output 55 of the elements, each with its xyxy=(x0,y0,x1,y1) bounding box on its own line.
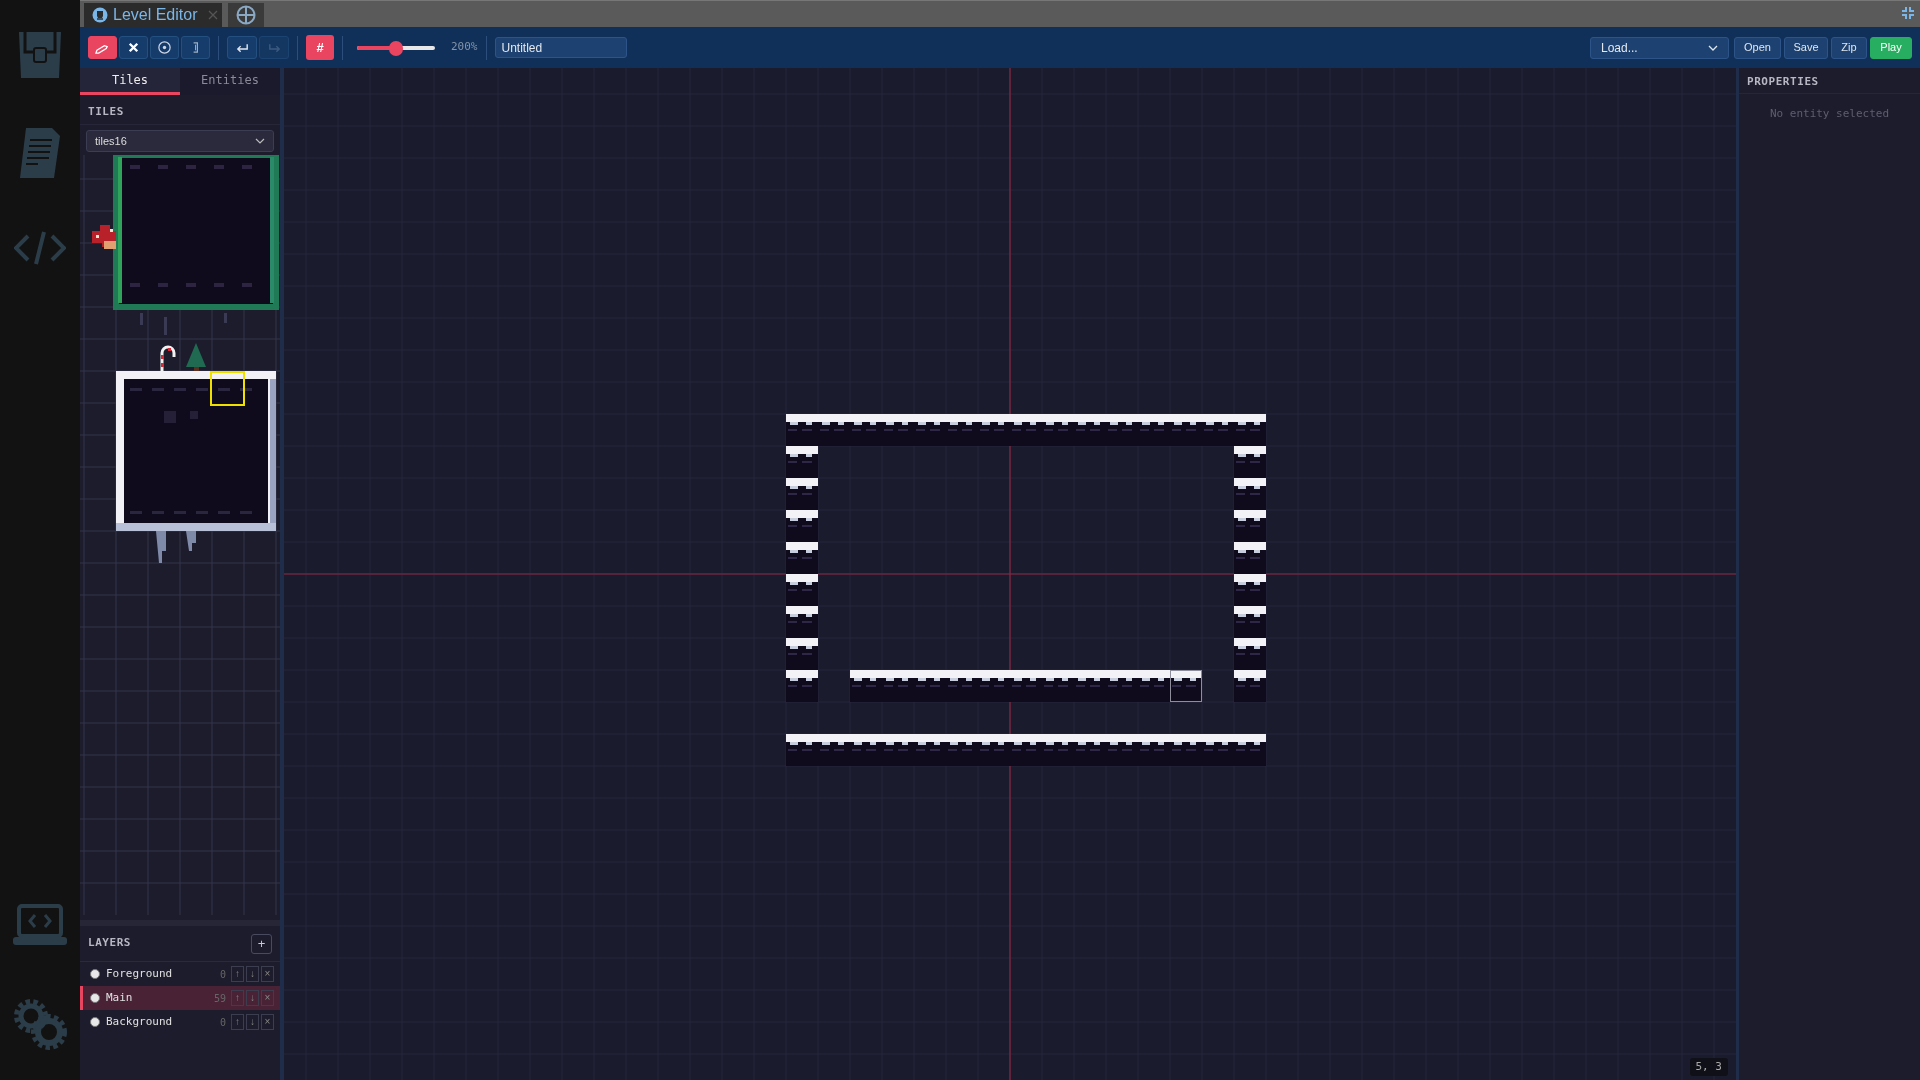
layer-row[interactable]: Background 0 ↑ ↓ × xyxy=(80,1010,280,1034)
layer-action-button[interactable]: ↓ xyxy=(246,966,259,982)
layer-action-button[interactable]: × xyxy=(261,966,274,982)
layer-name: Foreground xyxy=(106,965,174,982)
level-name-field[interactable]: Untitled xyxy=(494,37,627,58)
load-dropdown[interactable]: Load... xyxy=(1590,36,1729,59)
panel-tab[interactable]: Tiles xyxy=(80,68,180,95)
robot-icon xyxy=(92,7,108,23)
cross-icon xyxy=(126,40,141,55)
level-canvas[interactable]: 5, 3 xyxy=(284,68,1736,1080)
layer-row[interactable]: Main 59 ↑ ↓ × xyxy=(80,986,280,1010)
tile-cursor xyxy=(1170,670,1202,702)
radio-dot-icon xyxy=(90,993,100,1003)
tab-label: Level Editor xyxy=(113,5,198,25)
radio-dot-icon xyxy=(90,969,100,979)
undo-button[interactable] xyxy=(227,36,257,59)
layer-name: Main xyxy=(106,989,134,1006)
tool-button[interactable] xyxy=(119,36,148,59)
layer-name: Background xyxy=(106,1013,174,1030)
toolbar-button[interactable]: Save xyxy=(1784,36,1828,59)
collapse-icon[interactable] xyxy=(1902,7,1914,19)
layer-count: 0 xyxy=(219,967,226,982)
layer-action-button[interactable]: ↓ xyxy=(246,1014,259,1030)
snow-tiles-drawing[interactable] xyxy=(786,414,1266,766)
coordinates-badge: 5, 3 xyxy=(1689,1057,1728,1076)
chevron-down-icon xyxy=(1708,44,1718,51)
layer-count: 0 xyxy=(219,1015,226,1030)
toolbar-button[interactable]: Zip xyxy=(1831,36,1867,59)
add-layer-button[interactable]: + xyxy=(251,933,272,954)
layer-action-button[interactable]: ↑ xyxy=(231,1014,244,1030)
tileset-dropdown[interactable]: tiles16 xyxy=(86,130,274,152)
section-title: LAYERS xyxy=(88,935,133,952)
layer-action-button[interactable]: ↑ xyxy=(231,966,244,982)
target-icon xyxy=(157,40,172,55)
section-title: PROPERTIES xyxy=(1739,68,1920,94)
layer-row[interactable]: Foreground 0 ↑ ↓ × xyxy=(80,962,280,986)
slider-thumb[interactable] xyxy=(389,40,403,56)
editor-tab[interactable]: Level Editor xyxy=(84,3,222,27)
chevron-down-icon xyxy=(255,138,265,144)
layer-action-button[interactable]: ↓ xyxy=(246,990,259,1006)
tileset-drawing[interactable] xyxy=(92,155,279,563)
toolbar-button[interactable]: Open xyxy=(1734,36,1781,59)
layer-count: 59 xyxy=(213,991,226,1006)
empty-message: No entity selected xyxy=(1768,106,1891,122)
plus-circle-icon xyxy=(236,5,256,25)
zoom-reading: 200% xyxy=(451,39,478,56)
layer-action-button[interactable]: × xyxy=(261,1014,274,1030)
layer-action-button[interactable]: ↑ xyxy=(231,990,244,1006)
radio-dot-icon xyxy=(90,1017,100,1027)
new-tab-button[interactable] xyxy=(228,3,264,27)
tool-button[interactable] xyxy=(150,36,179,59)
layer-action-button[interactable]: × xyxy=(261,990,274,1006)
close-icon xyxy=(207,10,218,20)
tile-selection-marker xyxy=(210,371,245,406)
grid-toggle[interactable]: # xyxy=(306,35,334,60)
